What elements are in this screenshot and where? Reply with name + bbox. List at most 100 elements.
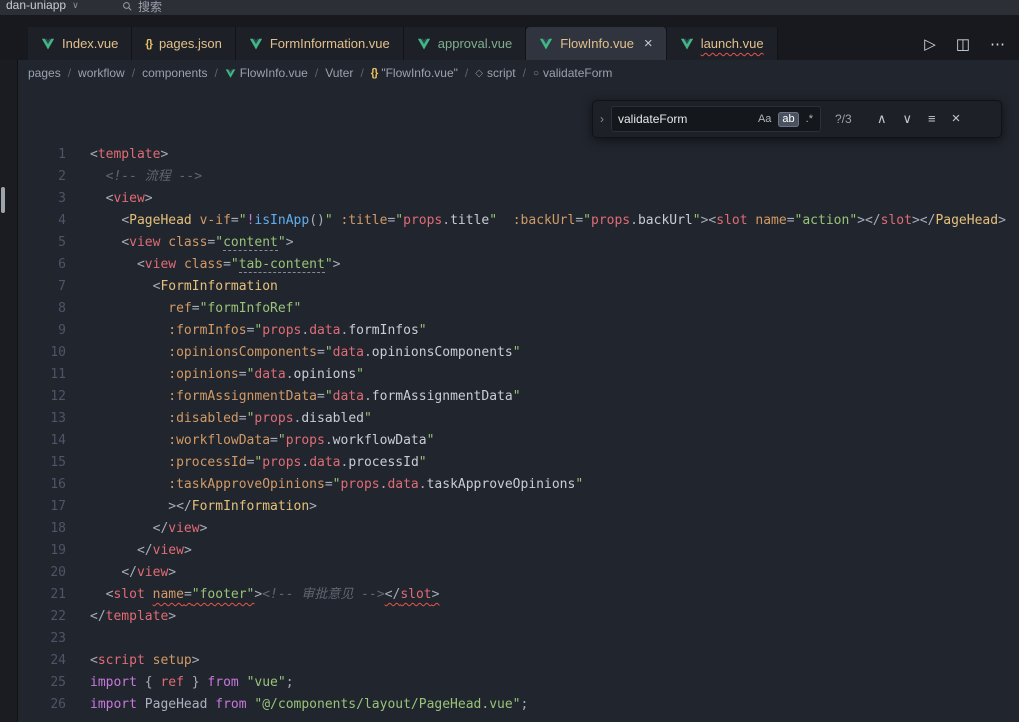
breadcrumb-separator: /: [523, 66, 526, 80]
breadcrumb-item-components[interactable]: components: [142, 66, 207, 80]
line-number: 15: [17, 452, 90, 474]
breadcrumb-label: validateForm: [543, 66, 612, 80]
close-icon[interactable]: ×: [644, 36, 653, 51]
breadcrumb-separator: /: [214, 66, 217, 80]
code-line: 5 <view class="content">: [17, 232, 1019, 254]
code-line: 20 </view>: [17, 562, 1019, 584]
drag-handle[interactable]: [1, 187, 5, 213]
code-line: 22</template>: [17, 606, 1019, 628]
code-text: </template>: [90, 606, 176, 628]
code-line: 11 :opinions="data.opinions": [17, 364, 1019, 386]
code-lines: 1<template>2 <!-- 流程 -->3 <view>4 <PageH…: [17, 144, 1019, 716]
code-line: 23: [17, 628, 1019, 650]
line-number: 21: [17, 584, 90, 606]
whole-word-toggle[interactable]: ab: [778, 112, 798, 127]
code-text: <slot name="footer"><!-- 审批意见 --></slot>: [90, 584, 439, 606]
find-results: ?/3: [835, 108, 863, 130]
breadcrumb-separator: /: [360, 66, 363, 80]
code-text: ></FormInformation>: [90, 496, 317, 518]
line-number: 18: [17, 518, 90, 540]
code-text: ref="formInfoRef": [90, 298, 301, 320]
editor-actions: ▷ ◫ ⋯: [914, 27, 1015, 60]
breadcrumb-item-script[interactable]: ◇ script: [475, 66, 515, 80]
tab-bar: Index.vue {}pages.jsonFormInformation.vue…: [28, 27, 778, 60]
code-text: <view class="tab-content">: [90, 254, 340, 276]
find-in-selection-button[interactable]: ≡: [928, 108, 936, 130]
find-toggles: Aaab .*: [754, 112, 820, 127]
code-line: 16 :taskApproveOpinions="props.data.task…: [17, 474, 1019, 496]
global-search[interactable]: 搜索: [122, 0, 162, 15]
symbol-module-icon: ◇: [475, 68, 483, 79]
breadcrumb-item-vuter[interactable]: Vuter: [325, 66, 353, 80]
line-number: 3: [17, 188, 90, 210]
tab-forminformation-vue[interactable]: FormInformation.vue: [236, 27, 404, 60]
code-text: <view>: [90, 188, 153, 210]
regex-toggle[interactable]: .*: [802, 112, 817, 127]
tab-pages-json[interactable]: {}pages.json: [132, 27, 235, 60]
tab-flowinfo-vue[interactable]: FlowInfo.vue ×: [526, 27, 666, 60]
line-number: 10: [17, 342, 90, 364]
code-line: 19 </view>: [17, 540, 1019, 562]
split-editor-button[interactable]: ◫: [956, 35, 970, 53]
code-line: 2 <!-- 流程 -->: [17, 166, 1019, 188]
breadcrumb-item-workflow[interactable]: workflow: [78, 66, 125, 80]
code-line: 17 ></FormInformation>: [17, 496, 1019, 518]
line-number: 25: [17, 672, 90, 694]
breadcrumb: pages / workflow / components / FlowInfo.vue / V…: [28, 60, 1019, 86]
line-number: 6: [17, 254, 90, 276]
toggle-replace-chevron[interactable]: ›: [593, 108, 611, 130]
code-text: </view>: [90, 518, 207, 540]
breadcrumb-label: Vuter: [325, 66, 353, 80]
breadcrumb-label: pages: [28, 66, 61, 80]
breadcrumb-item-flowinfo-vue[interactable]: FlowInfo.vue: [225, 66, 308, 80]
next-match-button[interactable]: ∨: [903, 108, 913, 130]
code-line: 1<template>: [17, 144, 1019, 166]
line-number: 26: [17, 694, 90, 716]
close-find-button[interactable]: ×: [952, 108, 961, 130]
code-text: </view>: [90, 562, 176, 584]
match-case-toggle[interactable]: Aa: [754, 112, 775, 127]
tab-label: Index.vue: [62, 36, 118, 51]
breadcrumb-label: workflow: [78, 66, 125, 80]
window-chrome: dan-uniapp ∨ 搜索 Index.vue {}pages.jsonFor…: [0, 0, 1019, 60]
code-text: :disabled="props.disabled": [90, 408, 372, 430]
code-text: :taskApproveOpinions="props.data.taskApp…: [90, 474, 583, 496]
breadcrumb-item-pages[interactable]: pages: [28, 66, 61, 80]
code-editor[interactable]: › Aaab .* ?/3 ∧ ∨ ≡ × 1<template>2 <!-- 流…: [17, 86, 1019, 722]
code-line: 21 <slot name="footer"><!-- 审批意见 --></sl…: [17, 584, 1019, 606]
code-line: 7 <FormInformation: [17, 276, 1019, 298]
chevron-down-icon: ∨: [72, 0, 79, 11]
code-line: 26import PageHead from "@/components/lay…: [17, 694, 1019, 716]
line-number: 23: [17, 628, 90, 650]
vue-icon: [417, 37, 431, 51]
code-line: 13 :disabled="props.disabled": [17, 408, 1019, 430]
code-text: <PageHead v-if="!isInApp()" :title="prop…: [90, 210, 1006, 232]
breadcrumb-separator: /: [68, 66, 71, 80]
code-text: <script setup>: [90, 650, 200, 672]
run-button[interactable]: ▷: [924, 35, 936, 53]
line-number: 14: [17, 430, 90, 452]
tab-label: FlowInfo.vue: [560, 36, 634, 51]
vue-icon: [225, 68, 236, 79]
breadcrumb-item--flowinfo-vue-[interactable]: {}"FlowInfo.vue": [371, 66, 458, 80]
line-number: 17: [17, 496, 90, 518]
tab-approval-vue[interactable]: approval.vue: [404, 27, 526, 60]
previous-match-button[interactable]: ∧: [877, 108, 887, 130]
code-text: </view>: [90, 540, 192, 562]
braces-icon: {}: [145, 38, 152, 50]
code-text: :workflowData="props.workflowData": [90, 430, 434, 452]
breadcrumb-item-validateform[interactable]: ○validateForm: [533, 66, 612, 80]
find-input-wrap: Aaab .*: [611, 106, 821, 132]
breadcrumb-label: script: [487, 66, 516, 80]
line-number: 4: [17, 210, 90, 232]
line-number: 22: [17, 606, 90, 628]
search-icon: [122, 1, 133, 12]
find-input[interactable]: [612, 112, 754, 126]
code-line: 24<script setup>: [17, 650, 1019, 672]
breadcrumb-label: "FlowInfo.vue": [381, 66, 458, 80]
project-menu[interactable]: dan-uniapp ∨: [6, 0, 79, 12]
find-widget: › Aaab .* ?/3 ∧ ∨ ≡ ×: [592, 100, 1002, 138]
more-actions-button[interactable]: ⋯: [990, 35, 1005, 53]
tab-index-vue[interactable]: Index.vue: [28, 27, 132, 60]
tab-launch-vue[interactable]: launch.vue: [667, 27, 778, 60]
